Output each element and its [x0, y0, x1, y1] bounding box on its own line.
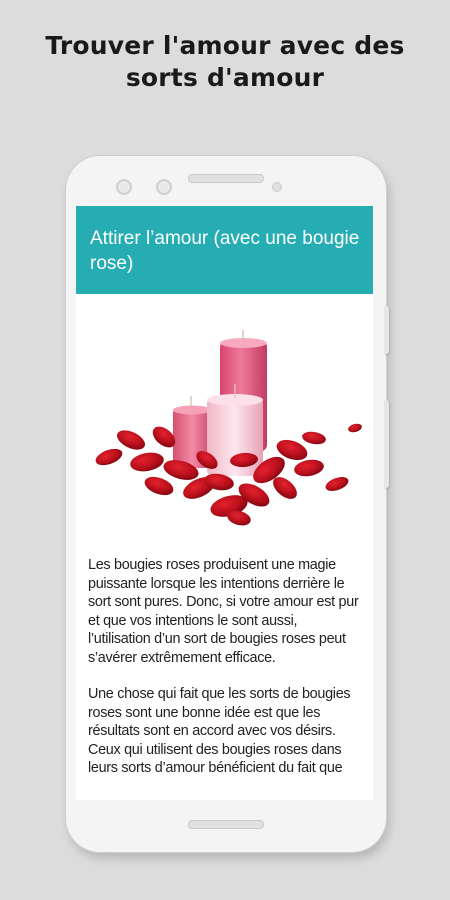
- article-body: Les bougies roses produisent une magie p…: [88, 556, 363, 796]
- pink-candles-rose-petals-image: [89, 310, 362, 534]
- camera-icon: [116, 179, 132, 195]
- headline-line-1: Trouver l'amour avec des: [45, 31, 405, 60]
- article-paragraph: Les bougies roses produisent une magie p…: [88, 557, 359, 666]
- headline-line-2: sorts d'amour: [125, 63, 325, 92]
- volume-button: [384, 400, 389, 488]
- article-paragraph: Une chose qui fait que les sorts de boug…: [88, 686, 351, 776]
- store-screenshot: Trouver l'amour avec des sorts d'amour A…: [0, 0, 450, 900]
- front-sensor-icon: [156, 179, 172, 195]
- headline: Trouver l'amour avec des sorts d'amour: [0, 30, 450, 94]
- power-button: [384, 306, 389, 354]
- phone-screen: Attirer l’amour (avec une bougie rose) L…: [76, 206, 373, 800]
- proximity-sensor: [272, 182, 282, 192]
- bottom-speaker: [188, 820, 264, 829]
- article-image: [89, 310, 362, 534]
- app-header: Attirer l’amour (avec une bougie rose): [76, 206, 373, 294]
- app-header-title: Attirer l’amour (avec une bougie rose): [90, 228, 360, 274]
- earpiece-speaker: [188, 174, 264, 183]
